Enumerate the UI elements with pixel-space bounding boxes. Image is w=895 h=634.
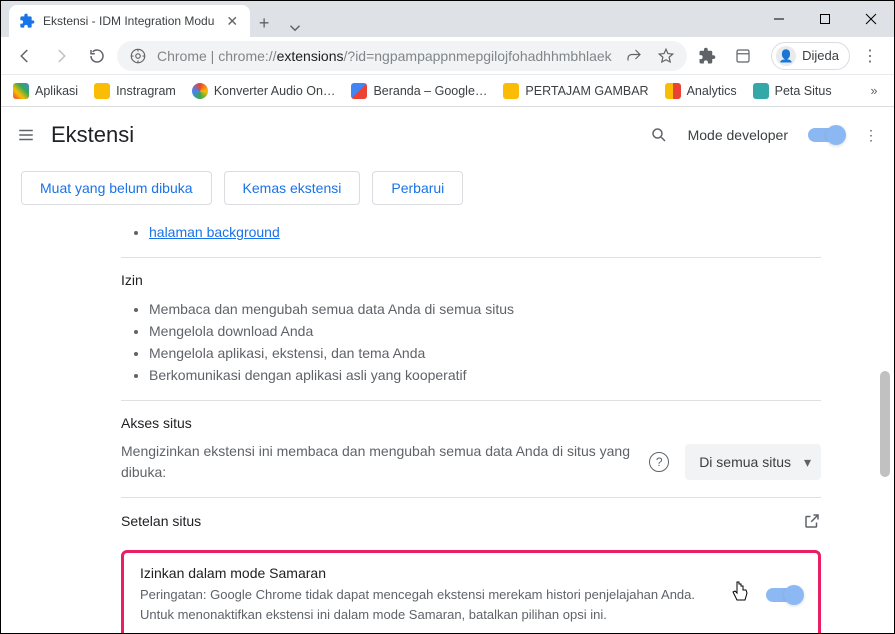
- profile-status: Dijeda: [802, 48, 839, 63]
- page-title: Ekstensi: [51, 122, 134, 148]
- dev-actions-row: Muat yang belum dibuka Kemas ekstensi Pe…: [1, 163, 894, 221]
- avatar-icon: 👤: [776, 46, 796, 66]
- incognito-toggle[interactable]: [766, 588, 802, 602]
- permissions-title: Izin: [121, 272, 821, 288]
- permission-item: Membaca dan mengubah semua data Anda di …: [149, 298, 821, 320]
- reload-button[interactable]: [81, 40, 113, 72]
- open-external-icon[interactable]: [803, 512, 821, 530]
- bookmark-item[interactable]: Instragram: [88, 79, 182, 103]
- bookmark-item[interactable]: Beranda – Google…: [345, 79, 493, 103]
- incognito-highlight-box: Izinkan dalam mode Samaran Peringatan: G…: [121, 550, 821, 633]
- address-bar[interactable]: Chrome | chrome://extensions/?id=ngpampa…: [117, 41, 687, 71]
- minimize-button[interactable]: [756, 1, 802, 37]
- forward-button[interactable]: [45, 40, 77, 72]
- maximize-button[interactable]: [802, 1, 848, 37]
- site-settings-section[interactable]: Setelan situs: [121, 497, 821, 544]
- bookmarks-bar: Aplikasi Instragram Konverter Audio On… …: [1, 75, 894, 107]
- cursor-pointer-icon: [730, 580, 750, 609]
- site-access-section: Akses situs Mengizinkan ekstensi ini mem…: [121, 400, 821, 497]
- extension-icon: [19, 13, 35, 29]
- profile-chip[interactable]: 👤 Dijeda: [771, 42, 850, 70]
- update-button[interactable]: Perbarui: [372, 171, 463, 205]
- permissions-section: Izin Membaca dan mengubah semua data And…: [121, 257, 821, 400]
- incognito-warning: Peringatan: Google Chrome tidak dapat me…: [140, 585, 714, 624]
- bookmarks-overflow-icon[interactable]: »: [860, 84, 888, 98]
- bookmark-item[interactable]: Analytics: [659, 79, 743, 103]
- new-tab-button[interactable]: +: [250, 9, 278, 37]
- window-titlebar: Ekstensi - IDM Integration Modu ✕ +: [1, 1, 894, 37]
- dev-mode-toggle[interactable]: [808, 128, 844, 142]
- site-settings-title: Setelan situs: [121, 513, 201, 529]
- tab-title: Ekstensi - IDM Integration Modu: [43, 14, 214, 28]
- window-controls: [756, 1, 894, 37]
- vertical-scrollbar[interactable]: [878, 221, 892, 633]
- permission-item: Mengelola download Anda: [149, 320, 821, 342]
- permission-item: Berkomunikasi dengan aplikasi asli yang …: [149, 364, 821, 386]
- bookmark-item[interactable]: PERTAJAM GAMBAR: [497, 79, 654, 103]
- search-icon[interactable]: [650, 126, 668, 144]
- bookmark-apps[interactable]: Aplikasi: [7, 79, 84, 103]
- url-text: Chrome | chrome://extensions/?id=ngpampa…: [157, 48, 615, 64]
- close-window-button[interactable]: [848, 1, 894, 37]
- share-icon[interactable]: [625, 47, 643, 65]
- extensions-header: Ekstensi Mode developer ⋮: [1, 107, 894, 163]
- address-bar-row: Chrome | chrome://extensions/?id=ngpampa…: [1, 37, 894, 75]
- extensions-menu-icon[interactable]: [691, 40, 723, 72]
- bookmark-item[interactable]: Konverter Audio On…: [186, 79, 342, 103]
- permission-item: Mengelola aplikasi, ekstensi, dan tema A…: [149, 342, 821, 364]
- bookmark-item[interactable]: Peta Situs: [747, 79, 838, 103]
- incognito-title: Izinkan dalam mode Samaran: [140, 565, 714, 581]
- site-access-dropdown[interactable]: Di semua situs: [685, 444, 821, 480]
- site-access-title: Akses situs: [121, 415, 821, 431]
- header-menu-icon[interactable]: ⋮: [864, 127, 878, 144]
- back-button[interactable]: [9, 40, 41, 72]
- inspect-views-section: halaman background: [121, 221, 821, 257]
- site-info-icon[interactable]: [129, 47, 147, 65]
- menu-icon[interactable]: [17, 126, 35, 144]
- load-unpacked-button[interactable]: Muat yang belum dibuka: [21, 171, 212, 205]
- browser-tab[interactable]: Ekstensi - IDM Integration Modu ✕: [9, 5, 250, 37]
- tab-close-icon[interactable]: ✕: [222, 11, 242, 32]
- reading-list-icon[interactable]: [727, 40, 759, 72]
- browser-menu-button[interactable]: ⋮: [854, 40, 886, 72]
- background-page-link[interactable]: halaman background: [149, 224, 280, 240]
- site-access-desc: Mengizinkan ekstensi ini membaca dan men…: [121, 441, 633, 483]
- pack-extension-button[interactable]: Kemas ekstensi: [224, 171, 361, 205]
- help-icon[interactable]: ?: [649, 452, 669, 472]
- tab-list-chevron-icon[interactable]: [278, 19, 312, 37]
- content-scroll[interactable]: halaman background Izin Membaca dan meng…: [1, 221, 894, 633]
- dev-mode-label: Mode developer: [688, 127, 788, 143]
- bookmark-star-icon[interactable]: [657, 47, 675, 65]
